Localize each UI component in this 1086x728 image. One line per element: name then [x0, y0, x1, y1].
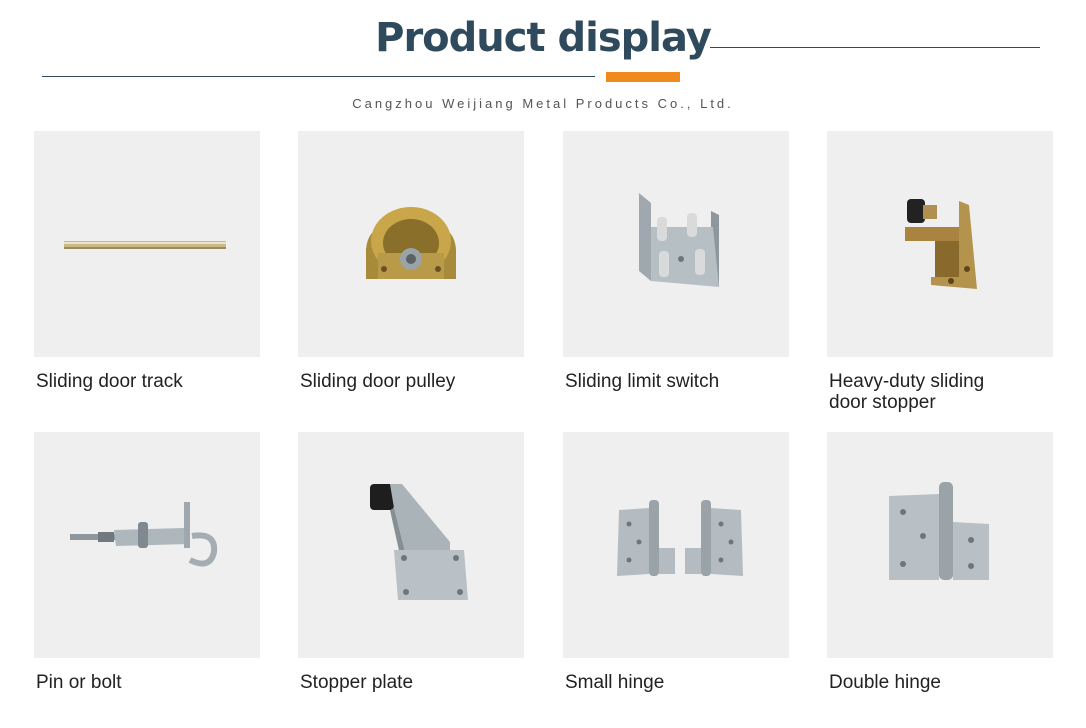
heavy-duty-door-stopper-image	[905, 199, 977, 289]
product-image-tile	[298, 432, 524, 658]
product-image-tile	[298, 131, 524, 357]
product-image-tile	[34, 131, 260, 357]
small-hinge-image	[617, 500, 743, 576]
product-label: Sliding limit switch	[565, 371, 720, 392]
product-card-heavy-duty-door-stopper[interactable]: Heavy-duty sliding door stopper	[827, 131, 1053, 413]
company-name: Cangzhou Weijiang Metal Products Co., Lt…	[352, 96, 734, 111]
product-image-tile	[563, 131, 789, 357]
sliding-limit-switch-image	[639, 193, 719, 287]
product-image-tile	[563, 432, 789, 658]
product-label: Small hinge	[565, 672, 665, 693]
product-image-tile	[827, 131, 1053, 357]
pin-bolt-image	[70, 502, 218, 567]
product-card-sliding-door-pulley[interactable]: Sliding door pulley	[298, 131, 524, 392]
product-card-double-hinge[interactable]: Double hinge	[827, 432, 1053, 693]
product-card-pin-bolt[interactable]: Pin or bolt	[34, 432, 260, 693]
product-image-tile	[34, 432, 260, 658]
sliding-door-track-image	[64, 241, 226, 249]
product-label: Pin or bolt	[36, 672, 122, 693]
product-label: Heavy-duty sliding door stopper	[829, 371, 985, 413]
product-card-stopper-plate[interactable]: Stopper plate	[298, 432, 524, 693]
product-label: Sliding door track	[36, 371, 183, 392]
stopper-plate-image	[370, 484, 468, 600]
title-accent-bar	[606, 72, 680, 82]
header-divider-left	[42, 76, 595, 77]
product-image-tile	[827, 432, 1053, 658]
product-label: Stopper plate	[300, 672, 414, 693]
sliding-door-pulley-image	[366, 207, 456, 279]
product-card-sliding-door-track[interactable]: Sliding door track	[34, 131, 260, 392]
product-label: Sliding door pulley	[300, 371, 456, 392]
product-card-small-hinge[interactable]: Small hinge	[563, 432, 789, 693]
double-hinge-image	[889, 482, 989, 580]
product-card-sliding-limit-switch[interactable]: Sliding limit switch	[563, 131, 789, 392]
header-divider-right	[710, 47, 1040, 48]
page-title: Product display	[375, 15, 712, 61]
product-label: Double hinge	[829, 672, 941, 693]
